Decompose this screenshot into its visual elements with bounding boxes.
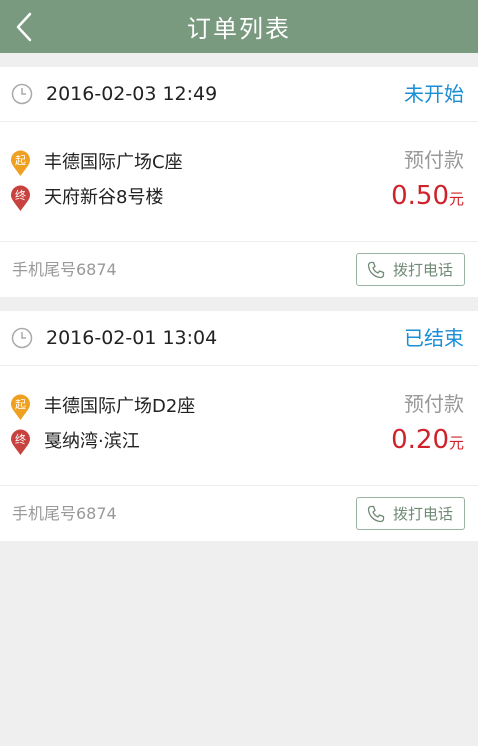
phone-row: 手机尾号6874 拨打电话 [0,485,478,541]
order-card[interactable]: 2016-02-03 12:49 未开始 起 丰德国际广场C座 终 天府新谷8号… [0,67,478,297]
start-pin-icon: 起 [11,150,30,176]
price-value: 0.50 [391,181,449,211]
start-pin-label: 起 [15,398,26,411]
clock-icon [11,327,33,349]
order-time: 2016-02-03 12:49 [46,83,218,105]
start-pin-icon: 起 [11,394,30,420]
end-pin-icon: 终 [11,429,30,455]
phone-icon [367,505,385,522]
start-address: 丰德国际广场C座 [44,152,183,173]
end-pin-label: 终 [15,188,26,202]
route-block: 起 丰德国际广场C座 终 天府新谷8号楼 预付款 0.50元 [0,123,478,241]
order-status: 已结束 [404,326,464,350]
call-button[interactable]: 拨打电话 [356,497,465,530]
price: 0.50元 [391,178,464,217]
price-unit: 元 [448,434,464,452]
order-status: 未开始 [404,82,464,106]
page-title: 订单列表 [187,15,291,43]
start-pin-label: 起 [15,154,26,167]
order-time-row: 2016-02-01 13:04 已结束 [0,311,478,366]
route-block: 起 丰德国际广场D2座 终 戛纳湾·滨江 预付款 0.20元 [0,367,478,485]
phone-icon [367,261,385,278]
back-button[interactable] [4,0,44,53]
phone-row: 手机尾号6874 拨打电话 [0,241,478,297]
start-address: 丰德国际广场D2座 [44,396,196,417]
clock-icon [11,83,33,105]
order-time: 2016-02-01 13:04 [46,327,218,349]
call-button[interactable]: 拨打电话 [356,253,465,286]
prepay-label: 预付款 [404,148,464,172]
price: 0.20元 [391,422,464,461]
price-unit: 元 [448,190,464,208]
order-card[interactable]: 2016-02-01 13:04 已结束 起 丰德国际广场D2座 终 戛纳湾·滨… [0,311,478,541]
phone-tail: 手机尾号6874 [12,260,117,279]
end-pin-label: 终 [15,432,26,446]
chevron-left-icon [16,12,32,41]
order-time-row: 2016-02-03 12:49 未开始 [0,67,478,122]
prepay-label: 预付款 [404,392,464,416]
end-address: 戛纳湾·滨江 [44,431,140,452]
end-pin-icon: 终 [11,185,30,211]
end-address: 天府新谷8号楼 [44,187,164,208]
phone-tail: 手机尾号6874 [12,504,117,523]
price-value: 0.20 [391,425,449,455]
call-button-label: 拨打电话 [393,261,454,279]
call-button-label: 拨打电话 [393,505,454,523]
app-header: 订单列表 [0,0,478,53]
